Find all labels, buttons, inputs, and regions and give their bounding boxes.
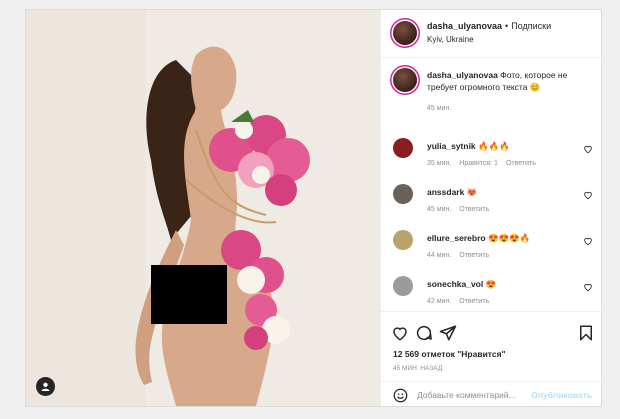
author-username[interactable]: dasha_ulyanovaa <box>427 21 502 31</box>
post-photo[interactable] <box>26 10 380 406</box>
comment-text: 😍 <box>485 279 497 289</box>
comment-avatar[interactable] <box>393 230 413 250</box>
bookmark-icon[interactable] <box>577 324 595 342</box>
caption-avatar[interactable] <box>393 68 417 92</box>
post-header: dasha_ulyanovaa • Подписки Kyiv, Ukraine <box>381 10 602 58</box>
comment-item: sonechka_vol 😍 42 мин. Ответить <box>393 276 593 306</box>
publish-button[interactable]: Опубликовать <box>531 390 592 400</box>
location-link[interactable]: Kyiv, Ukraine <box>427 35 474 44</box>
post-sidebar: dasha_ulyanovaa • Подписки Kyiv, Ukraine d… <box>380 10 602 406</box>
photo-illustration <box>26 10 380 406</box>
comment-username[interactable]: yulia_sytnik <box>427 141 476 151</box>
comment-username[interactable]: anssdark <box>427 187 464 197</box>
comment-heart-icon[interactable] <box>583 190 593 200</box>
censor-block <box>151 265 227 324</box>
comment-username[interactable]: ellure_serebro <box>427 233 486 243</box>
add-comment-bar: Добавьте комментарий... Опубликовать <box>381 381 602 409</box>
comment-avatar[interactable] <box>393 276 413 296</box>
comment-input[interactable]: Добавьте комментарий... <box>417 390 516 400</box>
comment-text: 🔥🔥🔥 <box>478 141 510 151</box>
comment-time: 35 мин. <box>427 160 452 167</box>
following-button[interactable]: Подписки <box>511 21 551 31</box>
caption-username[interactable]: dasha_ulyanovaa <box>427 70 498 80</box>
action-bar: 12 569 отметок "Нравится" 45 МИН. НАЗАД … <box>381 311 602 407</box>
comment-username[interactable]: sonechka_vol <box>427 279 483 289</box>
reply-button[interactable]: Ответить <box>459 298 489 305</box>
user-tag-icon[interactable] <box>36 377 55 396</box>
caption-time: 45 мин. <box>427 105 452 112</box>
reply-button[interactable]: Ответить <box>459 252 489 259</box>
heart-icon[interactable] <box>391 324 409 342</box>
comment-text: 😍😍😍🔥 <box>487 233 531 243</box>
comment-text: 😻 <box>466 187 478 197</box>
comment-time: 45 мин. <box>427 206 452 213</box>
comment-item: anssdark 😻 45 мин. Ответить <box>393 184 593 214</box>
comment-icon[interactable] <box>415 324 433 342</box>
instagram-post: dasha_ulyanovaa • Подписки Kyiv, Ukraine d… <box>25 9 602 407</box>
comment-avatar[interactable] <box>393 138 413 158</box>
comment-heart-icon[interactable] <box>583 282 593 292</box>
share-icon[interactable] <box>439 324 457 342</box>
comment-avatar[interactable] <box>393 184 413 204</box>
comment-time: 42 мин. <box>427 298 452 305</box>
comment-likes[interactable]: Нравится: 1 <box>459 160 498 167</box>
comment-item: yulia_sytnik 🔥🔥🔥 35 мин. Нравится: 1 Ответ… <box>393 138 593 168</box>
reply-button[interactable]: Ответить <box>459 206 489 213</box>
post-timestamp: 45 МИН. НАЗАД <box>393 365 443 372</box>
comment-heart-icon[interactable] <box>583 144 593 154</box>
comment-item: ellure_serebro 😍😍😍🔥 44 мин. Ответить <box>393 230 593 260</box>
comment-time: 44 мин. <box>427 252 452 259</box>
avatar[interactable] <box>393 21 417 45</box>
smile-icon[interactable] <box>393 388 408 403</box>
separator: • <box>505 21 509 31</box>
reply-button[interactable]: Ответить <box>506 160 536 167</box>
comment-heart-icon[interactable] <box>583 236 593 246</box>
likes-count[interactable]: 12 569 отметок "Нравится" <box>393 349 506 359</box>
